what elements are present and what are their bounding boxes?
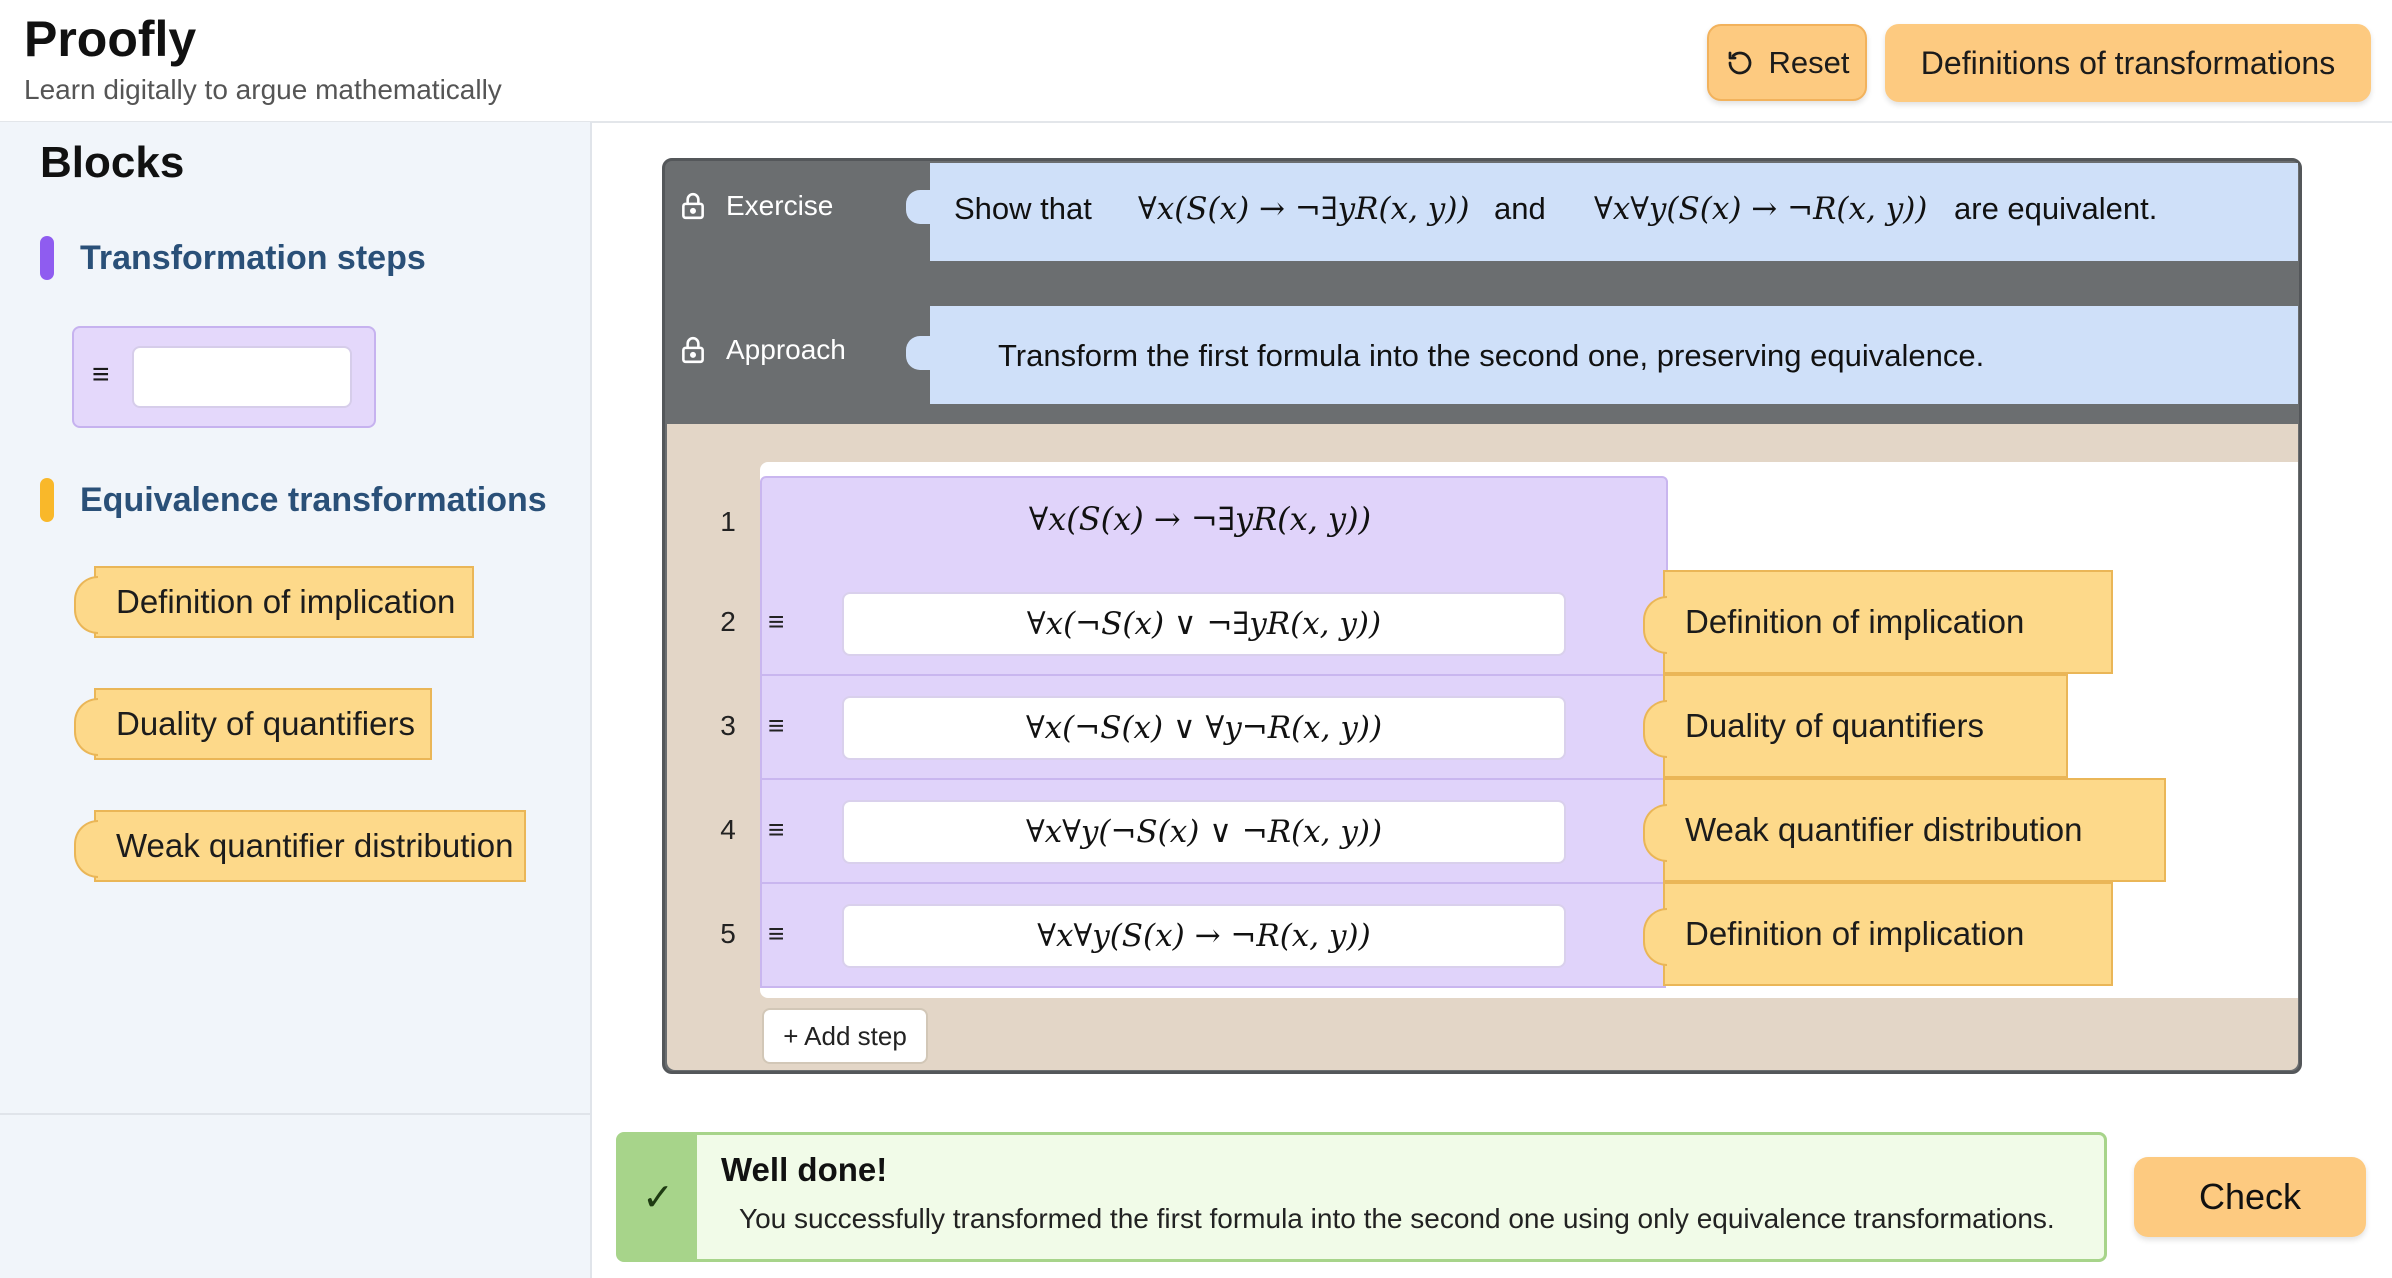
blocks-title: Blocks: [40, 138, 185, 187]
step-formula-input[interactable]: [132, 346, 352, 408]
exercise-panel: Show that ∀x(S(x) → ¬∃yR(x, y)) and ∀x∀y…: [930, 163, 2298, 261]
rule-label: Definition of implication: [116, 583, 456, 620]
app-title: Proofly: [24, 11, 197, 67]
approach-panel: Transform the first formula into the sec…: [930, 306, 2298, 404]
equivalence-symbol: ≡: [768, 918, 785, 949]
connector-knob: [906, 336, 932, 370]
category-equivalence-transformations: Equivalence transformations: [40, 478, 547, 522]
exercise-label: Exercise: [680, 190, 833, 222]
check-button[interactable]: Check: [2134, 1157, 2366, 1237]
app-header: Proofly Learn digitally to argue mathema…: [0, 0, 2392, 123]
applied-rule-block[interactable]: Weak quantifier distribution: [1643, 778, 2166, 882]
rule-label: Definition of implication: [1685, 603, 2025, 640]
category-color-bar: [40, 478, 54, 522]
category-color-bar: [40, 236, 54, 280]
add-step-button[interactable]: + Add step: [762, 1008, 928, 1064]
category-transformation-steps: Transformation steps: [40, 236, 426, 280]
step-formula-input[interactable]: ∀x(¬S(x) ∨ ¬∃yR(x, y)): [842, 592, 1566, 656]
feedback-title: Well done!: [721, 1151, 888, 1188]
row-number: 3: [720, 710, 736, 741]
equivalence-symbol: ≡: [768, 606, 785, 637]
reset-label: Reset: [1768, 44, 1850, 80]
exercise-label-text: Exercise: [726, 190, 834, 221]
equivalence-symbol: ≡: [92, 358, 110, 391]
feedback-text: You successfully transformed the first f…: [739, 1203, 2055, 1234]
row-number: 4: [720, 814, 736, 845]
rule-block-duality-of-quantifiers[interactable]: Duality of quantifiers: [74, 688, 432, 760]
rule-label: Duality of quantifiers: [1685, 707, 1984, 744]
equivalence-symbol: ≡: [768, 814, 785, 845]
rule-block-weak-quantifier-distribution[interactable]: Weak quantifier distribution: [74, 810, 526, 882]
feedback-banner: ✓ Well done! You successfully transforme…: [616, 1132, 2107, 1262]
equivalence-symbol: ≡: [768, 710, 785, 741]
approach-label-text: Approach: [726, 334, 846, 365]
applied-rule-block[interactable]: Definition of implication: [1643, 570, 2113, 674]
applied-rule-block[interactable]: Duality of quantifiers: [1643, 674, 2068, 778]
exercise-formula-b: ∀x∀y(S(x) → ¬R(x, y)): [1594, 191, 1928, 227]
check-icon: ✓: [619, 1135, 697, 1259]
step-formula-input[interactable]: ∀x∀y(S(x) → ¬R(x, y)): [842, 904, 1566, 968]
step-formula-input[interactable]: ∀x(¬S(x) ∨ ∀y¬R(x, y)): [842, 696, 1566, 760]
definitions-button[interactable]: Definitions of transformations: [1885, 24, 2371, 102]
lock-icon: [682, 193, 704, 220]
row-number: 2: [720, 606, 736, 637]
connector-knob: [906, 190, 932, 224]
app-subtitle: Learn digitally to argue mathematically: [24, 74, 502, 105]
exercise-suffix: are equivalent.: [1954, 191, 2158, 226]
approach-label: Approach: [680, 334, 846, 366]
start-formula: ∀x(S(x) → ¬∃yR(x, y)): [1028, 500, 1372, 538]
category-label: Equivalence transformations: [80, 480, 547, 519]
sidebar-divider: [0, 1113, 590, 1115]
rule-block-definition-of-implication[interactable]: Definition of implication: [74, 566, 474, 638]
approach-text: Transform the first formula into the sec…: [998, 338, 1985, 373]
reset-button[interactable]: Reset: [1707, 24, 1867, 101]
rule-label: Duality of quantifiers: [116, 705, 415, 742]
exercise-formula-a: ∀x(S(x) → ¬∃yR(x, y)): [1138, 191, 1470, 227]
step-formula-input[interactable]: ∀x∀y(¬S(x) ∨ ¬R(x, y)): [842, 800, 1566, 864]
reset-icon: [1725, 48, 1755, 78]
lock-icon: [682, 337, 704, 364]
exercise-prefix: Show that: [954, 191, 1092, 226]
rule-label: Weak quantifier distribution: [116, 827, 514, 864]
rule-label: Weak quantifier distribution: [1685, 811, 2083, 848]
row-number: 5: [720, 918, 736, 949]
transformation-step-block[interactable]: ≡: [72, 326, 376, 428]
row-number: 1: [720, 506, 736, 537]
rule-label: Definition of implication: [1685, 915, 2025, 952]
exercise-connector: and: [1494, 191, 1546, 226]
category-label: Transformation steps: [80, 238, 426, 277]
applied-rule-block[interactable]: Definition of implication: [1643, 882, 2113, 986]
